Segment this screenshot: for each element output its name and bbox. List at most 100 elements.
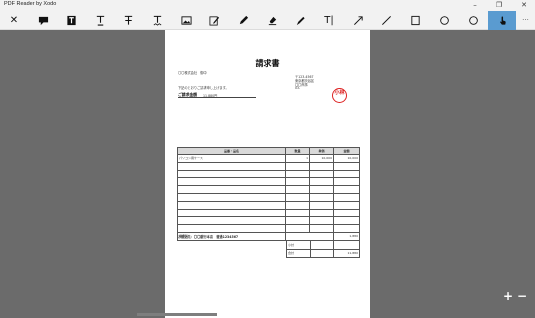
table-row — [177, 185, 360, 194]
table-cell — [177, 208, 286, 218]
table-cell — [285, 192, 310, 202]
column-header: 数量 — [285, 147, 310, 155]
maximize-button[interactable]: ❐ — [491, 0, 507, 11]
image-icon — [180, 16, 192, 25]
rectangle-icon — [410, 15, 420, 26]
text-box-tool-button[interactable] — [57, 11, 85, 30]
strikeout-tool-button[interactable] — [114, 11, 142, 30]
document-title: 請求書 — [255, 59, 280, 68]
table-row — [177, 169, 360, 179]
squiggly-icon — [153, 15, 161, 26]
table-cell — [333, 200, 360, 210]
table-cell — [285, 208, 310, 218]
table-row — [177, 161, 360, 171]
title-bar: PDF Reader by Xodo – ❐ ✕ — [0, 0, 535, 11]
x-icon: ✕ — [9, 14, 19, 26]
table-cell: 10,000 — [333, 154, 360, 163]
close-window-button[interactable]: ✕ — [516, 0, 532, 11]
table-cell — [309, 224, 334, 233]
table-cell — [177, 216, 286, 226]
rectangle-tool-button[interactable] — [401, 11, 429, 30]
highlighter-icon — [296, 16, 305, 26]
arrow-icon — [353, 16, 363, 25]
table-cell — [333, 216, 360, 226]
horizontal-scrollbar[interactable] — [137, 313, 217, 316]
table-cell — [285, 161, 310, 171]
sender-line: 03- — [295, 86, 301, 90]
squiggly-tool-button[interactable] — [143, 11, 171, 30]
bank-note: お振込先：〇〇銀行本店 普通1234567 — [178, 235, 239, 239]
table-cell — [333, 185, 360, 194]
column-header: 金額 — [333, 147, 360, 155]
more-tool-button[interactable]: ··· — [516, 11, 535, 30]
table-cell: 10,000 — [309, 154, 334, 163]
ink-tool-button[interactable] — [229, 11, 257, 30]
table-cell — [177, 185, 286, 194]
more-icon: ··· — [522, 16, 529, 24]
highlighter-tool-button[interactable] — [286, 11, 314, 30]
table-cell — [177, 161, 286, 171]
total-value: 11,880 — [333, 248, 360, 258]
table-cell — [309, 177, 334, 187]
free-text-tool-button[interactable]: T| — [315, 11, 343, 30]
signature-tool-button[interactable] — [200, 11, 228, 30]
table-cell — [285, 224, 310, 233]
arrow-tool-button[interactable] — [344, 11, 372, 30]
amount-underline — [178, 97, 256, 98]
column-header: 単価 — [309, 147, 334, 155]
underline-tool-button[interactable] — [86, 11, 114, 30]
eraser-icon — [268, 16, 276, 26]
table-cell — [285, 200, 310, 210]
table-row — [177, 192, 360, 202]
table-header-row: 品番・品名 数量 単価 金額 — [177, 147, 360, 155]
polygon-tool-button[interactable] — [459, 11, 487, 30]
table-row — [177, 200, 360, 210]
signature-icon — [209, 16, 219, 26]
oval-tool-button[interactable] — [430, 11, 458, 30]
table-cell — [333, 224, 360, 233]
table-cell — [333, 177, 360, 187]
table-cell — [285, 169, 310, 179]
subtotal-row: 小計 — [286, 240, 360, 250]
table-row — [177, 224, 360, 233]
line-icon — [381, 16, 391, 25]
table-cell — [309, 216, 334, 226]
comment-tool-button[interactable] — [29, 11, 57, 30]
zoom-out-button[interactable]: − — [517, 289, 527, 303]
zoom-in-button[interactable]: + — [503, 289, 513, 303]
table-row: パソコン用ケース 1 10,000 10,000 — [177, 154, 360, 163]
table-cell — [285, 185, 310, 194]
table-cell — [177, 192, 286, 202]
table-cell — [333, 161, 360, 171]
table-cell — [309, 169, 334, 179]
app-window: PDF Reader by Xodo – ❐ ✕ ✕ T| ··· 請求書 〇〇… — [0, 0, 535, 318]
window-title: PDF Reader by Xodo — [4, 1, 57, 7]
table-cell — [309, 185, 334, 194]
table-cell — [309, 161, 334, 171]
total-row: 合計 11,880 — [286, 248, 360, 258]
table-cell: パソコン用ケース — [177, 154, 286, 163]
recipient-name: 〇〇株式会社 御中 — [178, 71, 207, 75]
touch-pan-tool-button[interactable] — [488, 11, 516, 30]
total-label: 合計 — [286, 248, 311, 258]
table-row — [177, 216, 360, 226]
underline-icon — [96, 15, 104, 26]
circle-icon — [439, 16, 449, 25]
table-cell — [309, 192, 334, 202]
table-cell — [285, 177, 310, 187]
close-tool-button[interactable]: ✕ — [0, 11, 28, 30]
free-text-icon: T| — [324, 14, 334, 26]
line-tool-button[interactable] — [372, 11, 400, 30]
subtotal-value — [333, 240, 360, 250]
totals-table: 小計 合計 11,880 — [286, 240, 360, 258]
table-cell — [285, 216, 310, 226]
eraser-tool-button[interactable] — [258, 11, 286, 30]
minimize-button[interactable]: – — [467, 0, 483, 11]
pdf-page[interactable]: 請求書 〇〇株式会社 御中 〒123-4567 東京都渋谷区 〇〇商事 03- … — [165, 30, 370, 318]
table-cell — [177, 200, 286, 210]
table-cell: 1 — [285, 154, 310, 163]
table-cell — [177, 169, 286, 179]
subtotal-label: 小計 — [286, 240, 311, 250]
image-tool-button[interactable] — [172, 11, 200, 30]
polygon-icon — [468, 16, 478, 25]
